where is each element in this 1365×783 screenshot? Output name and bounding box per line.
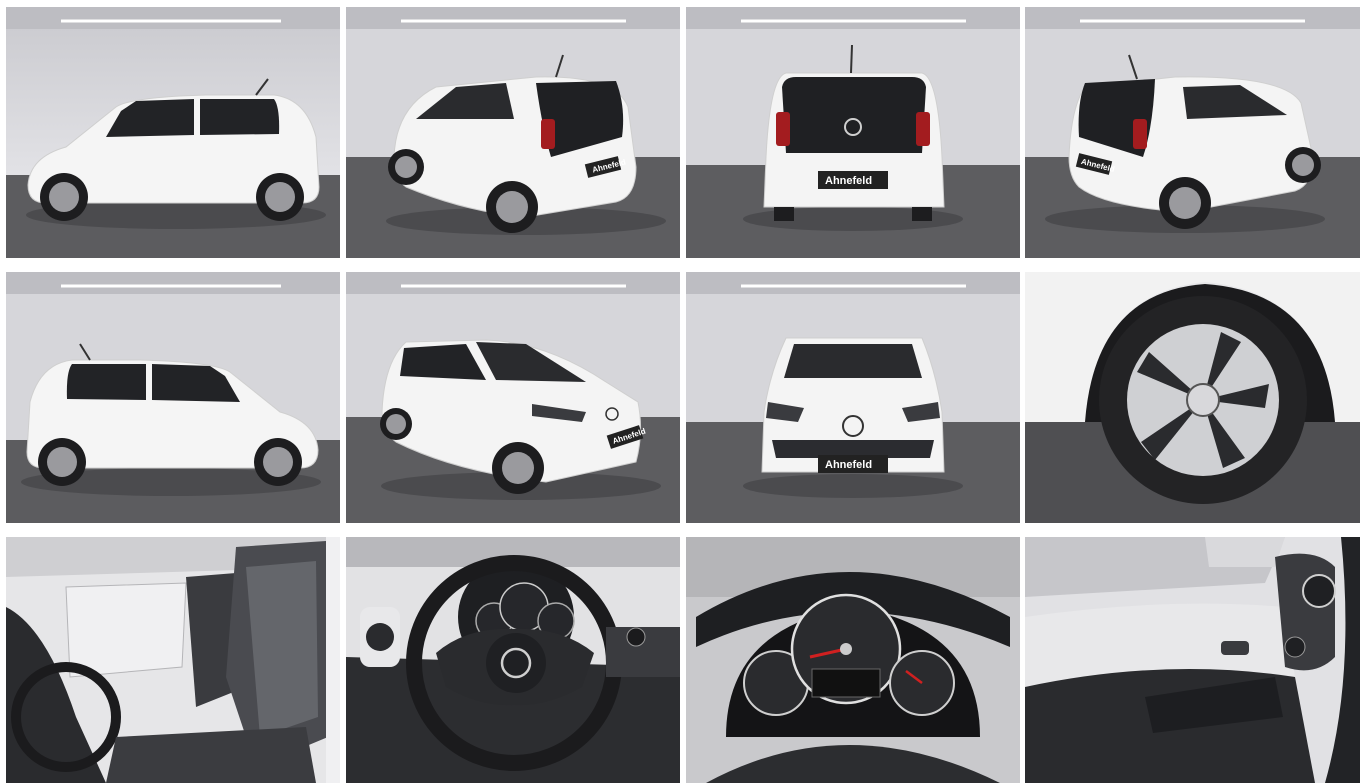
photo-thumb-rear-three-quarter-left[interactable]: Ahnefeld bbox=[346, 7, 680, 258]
dealer-plate-text: Ahnefeld bbox=[825, 459, 872, 471]
car-rear-image: Ahnefeld bbox=[686, 7, 1020, 258]
car-rear-left-image: Ahnefeld bbox=[346, 7, 680, 258]
car-front-right-image: Ahnefeld bbox=[346, 272, 680, 523]
steering-wheel-image bbox=[346, 537, 680, 783]
photo-thumb-door-panel[interactable] bbox=[1025, 537, 1360, 783]
photo-thumb-front[interactable]: Ahnefeld bbox=[686, 272, 1020, 523]
wheel-detail-image bbox=[1025, 272, 1360, 523]
car-front-image: Ahnefeld bbox=[686, 272, 1020, 523]
door-panel-image bbox=[1025, 537, 1360, 783]
photo-thumb-rear[interactable]: Ahnefeld bbox=[686, 7, 1020, 258]
car-side-left-image bbox=[6, 7, 340, 258]
car-side-right-image bbox=[6, 272, 340, 523]
photo-thumb-instrument-cluster[interactable] bbox=[686, 537, 1020, 783]
car-rear-right-image: Ahnefeld bbox=[1025, 7, 1360, 258]
photo-thumb-wheel[interactable] bbox=[1025, 272, 1360, 523]
instrument-cluster-image bbox=[686, 537, 1020, 783]
photo-thumb-steering-wheel[interactable] bbox=[346, 537, 680, 783]
photo-thumb-front-three-quarter-right[interactable]: Ahnefeld bbox=[346, 272, 680, 523]
photo-thumb-side-left[interactable] bbox=[6, 7, 340, 258]
interior-seats-image bbox=[6, 537, 340, 783]
photo-thumb-side-right[interactable] bbox=[6, 272, 340, 523]
photo-gallery: Ahnefeld Ahnefeld Ahnefeld Ahnefeld Ahne… bbox=[0, 0, 1365, 783]
photo-thumb-rear-three-quarter-right[interactable]: Ahnefeld bbox=[1025, 7, 1360, 258]
dealer-plate-text: Ahnefeld bbox=[825, 175, 872, 187]
photo-thumb-front-seats[interactable] bbox=[6, 537, 340, 783]
